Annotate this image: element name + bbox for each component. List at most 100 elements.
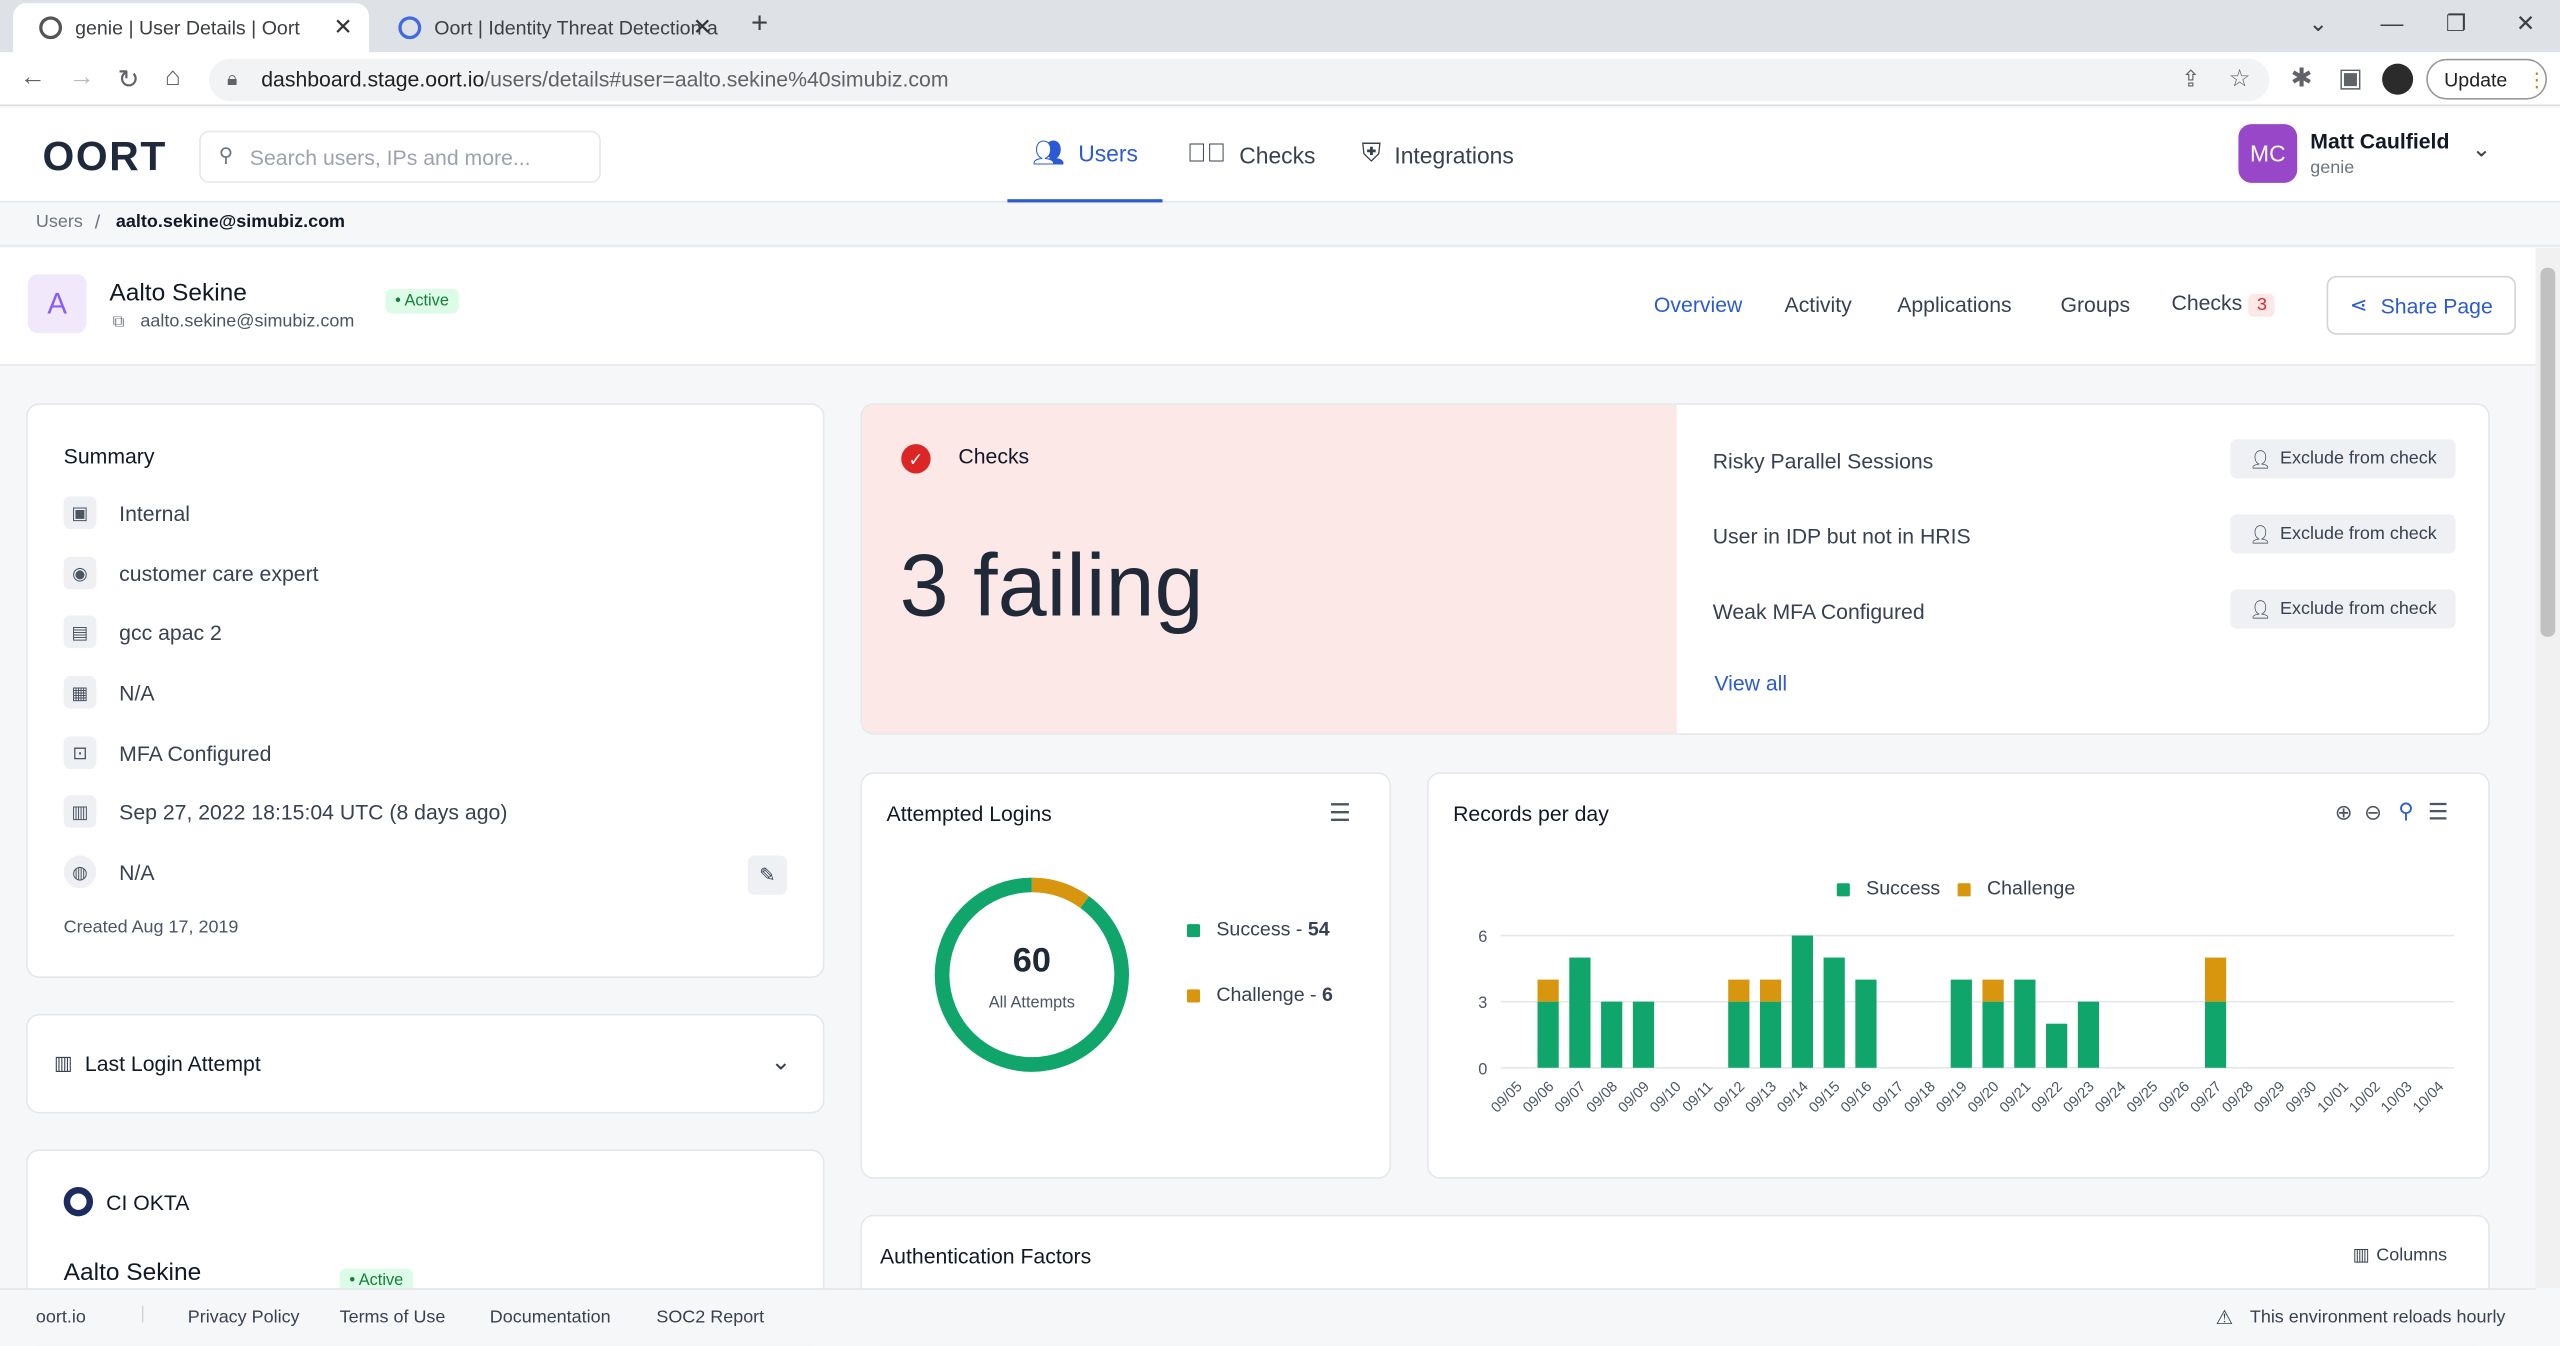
bar-success (1569, 957, 1591, 1068)
maximize-icon[interactable]: ❐ (2446, 10, 2467, 38)
oort-favicon-icon (39, 16, 63, 40)
tab-checks[interactable]: Checks 3 (2171, 291, 2276, 317)
side-panel-icon[interactable]: ▣ (2338, 62, 2363, 95)
menu-icon[interactable]: ☰ (2428, 798, 2449, 826)
zoom-selection-icon[interactable]: ⚲ (2398, 798, 2414, 824)
x-tick-label: 09/25 (2124, 1079, 2161, 1116)
profile-header: A Aalto Sekine ⧉ aalto.sekine@simubiz.co… (0, 248, 2536, 366)
bar-success (2204, 1001, 2227, 1068)
okta-logo-icon (63, 1186, 94, 1217)
check-item[interactable]: Risky Parallel Sessions (1713, 449, 1934, 473)
zoom-out-icon[interactable]: ⊖ (2364, 800, 2382, 826)
footer-link-home[interactable]: oort.io (36, 1308, 86, 1328)
nav-label: Users (1078, 140, 1138, 167)
nav-checks[interactable]: ✓⃝ Checks (1187, 108, 1315, 203)
reload-icon[interactable]: ↻ (118, 64, 140, 97)
menu-icon[interactable]: ☰ (1329, 798, 1351, 828)
bookmark-star-icon[interactable]: ☆ (2229, 64, 2251, 93)
columns-button[interactable]: ▥ Columns (2353, 1244, 2447, 1266)
legend-challenge-swatch (1186, 989, 1201, 1003)
page-scrollbar[interactable] (2535, 248, 2560, 1289)
records-per-day-card: Records per day ⊕ ⊖ ⚲ ☰ Success Challeng… (1426, 772, 2490, 1179)
x-tick-label: 10/03 (2378, 1079, 2415, 1116)
url-field[interactable]: 🔒︎ dashboard.stage.oort.io/users/details… (208, 58, 2270, 102)
browser-tab[interactable]: Oort | Identity Threat Detection a ✕ (372, 3, 728, 52)
footer-link-soc2[interactable]: SOC2 Report (656, 1308, 764, 1328)
y-tick-label: 0 (1478, 1060, 1487, 1078)
x-tick-label: 09/21 (1997, 1079, 2034, 1116)
x-tick-label: 09/26 (2156, 1079, 2193, 1116)
edit-icon[interactable]: ✎ (747, 855, 787, 895)
home-icon[interactable]: ⌂ (165, 64, 181, 93)
legend-value: 6 (1322, 982, 1333, 1006)
footer-link-terms[interactable]: Terms of Use (340, 1308, 446, 1328)
tab-applications[interactable]: Applications (1897, 292, 2011, 316)
badge-icon: ▣ (63, 496, 97, 529)
more-vert-icon: ⋮ (2526, 67, 2547, 91)
forward-icon[interactable]: → (69, 64, 95, 93)
bar-success (1759, 1001, 1782, 1068)
oort-logo[interactable]: OORT (42, 134, 166, 181)
view-all-link[interactable]: View all (1714, 671, 1787, 695)
bar-challenge (2204, 957, 2227, 1002)
copy-icon[interactable]: ⧉ (113, 313, 125, 331)
breadcrumb-root[interactable]: Users (36, 212, 83, 232)
bar-success (2046, 1023, 2068, 1068)
summary-row: ▤ gcc apac 2 (63, 615, 222, 649)
records-bar-chart: 03609/0509/0609/0709/0809/0909/1009/1109… (1478, 928, 2454, 1116)
x-tick-label: 10/02 (2347, 1079, 2384, 1116)
scrollbar-thumb[interactable] (2540, 267, 2556, 637)
search-input[interactable]: ⚲ Search users, IPs and more... (199, 130, 601, 183)
exclude-from-check-button[interactable]: 👤︎ Exclude from check (2230, 439, 2456, 479)
chart-legend-challenge: Challenge (1986, 876, 2076, 900)
footer-link-docs[interactable]: Documentation (490, 1308, 611, 1328)
search-icon: ⚲ (218, 143, 234, 167)
tab-overview[interactable]: Overview (1654, 292, 1742, 316)
tab-activity[interactable]: Activity (1785, 292, 1852, 316)
nav-users[interactable]: 👥︎ Users (1007, 108, 1163, 203)
legend-challenge-swatch (1957, 883, 1971, 897)
zoom-in-icon[interactable]: ⊕ (2335, 800, 2353, 826)
calendar-icon: ▥ (53, 1051, 73, 1075)
legend-success-swatch (1186, 924, 1201, 938)
back-icon[interactable]: ← (20, 64, 46, 93)
share-icon[interactable]: ⇪ (2181, 65, 2200, 93)
update-button[interactable]: Update ⋮ (2426, 58, 2548, 100)
breadcrumb-current: aalto.sekine@simubiz.com (115, 212, 346, 232)
exclude-from-check-button[interactable]: 👤︎ Exclude from check (2230, 514, 2456, 554)
nav-integrations[interactable]: ⛨ Integrations (1362, 108, 1514, 203)
legend-name: Success (1216, 917, 1291, 941)
checks-title: Checks (958, 444, 1030, 469)
y-tick-label: 6 (1478, 928, 1487, 946)
exclude-label: Exclude from check (2280, 448, 2437, 469)
footer-link-privacy[interactable]: Privacy Policy (188, 1308, 300, 1328)
share-page-button[interactable]: ⋖ Share Page (2326, 275, 2516, 335)
last-login-card[interactable]: ▥ Last Login Attempt ⌄ (26, 1013, 825, 1114)
checks-failing-count: 3 failing (899, 537, 1204, 636)
footer: oort.io | Privacy Policy Terms of Use Do… (0, 1288, 2536, 1346)
x-tick-label: 09/22 (2029, 1079, 2066, 1116)
close-tab-icon[interactable]: ✕ (334, 13, 353, 41)
tab-groups[interactable]: Groups (2060, 292, 2130, 316)
minimize-icon[interactable]: — (2380, 10, 2403, 36)
x-tick-label: 09/24 (2092, 1079, 2129, 1116)
auth-title: Authentication Factors (880, 1244, 1092, 1269)
summary-row: ▥ Sep 27, 2022 18:15:04 UTC (8 days ago) (63, 795, 508, 828)
user-minus-icon: 👤︎ (2249, 524, 2272, 545)
close-tab-icon[interactable]: ✕ (693, 13, 712, 41)
chevron-down-icon[interactable]: ⌄ (771, 1047, 792, 1076)
close-window-icon[interactable]: ✕ (2516, 10, 2535, 38)
user-avatar[interactable]: MC (2238, 124, 2298, 183)
profile-avatar[interactable] (2382, 63, 2414, 95)
check-item[interactable]: Weak MFA Configured (1713, 599, 1925, 623)
summary-row: ◉ customer care expert (63, 556, 319, 590)
okta-user-name: Aalto Sekine (63, 1258, 202, 1287)
extensions-icon[interactable]: ✱ (2291, 62, 2313, 95)
check-item[interactable]: User in IDP but not in HRIS (1713, 524, 1971, 548)
browser-tab-active[interactable]: genie | User Details | Oort ✕ (13, 3, 369, 53)
new-tab-icon[interactable]: + (751, 7, 768, 41)
exclude-from-check-button[interactable]: 👤︎ Exclude from check (2230, 589, 2456, 629)
bar-challenge (1537, 979, 1559, 1002)
chevron-down-icon[interactable]: ⌄ (2472, 136, 2491, 164)
tab-search-icon[interactable]: ⌄ (2309, 10, 2328, 38)
